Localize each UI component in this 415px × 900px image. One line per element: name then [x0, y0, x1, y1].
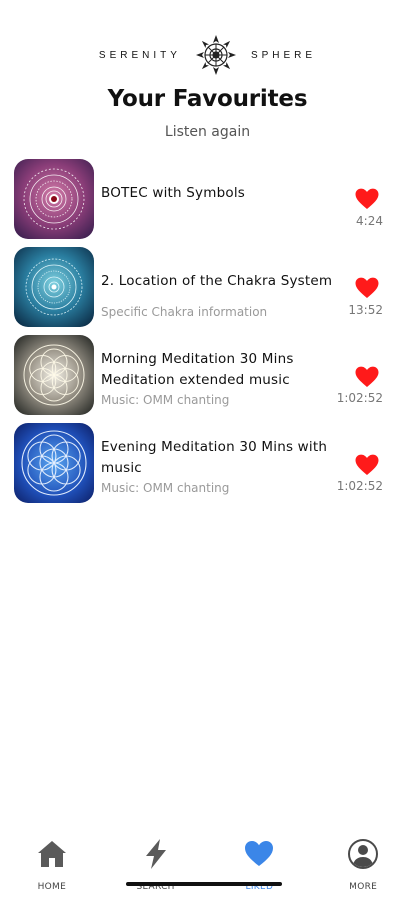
home-indicator: [126, 882, 282, 886]
favourite-duration: 1:02:52: [336, 391, 383, 405]
bottom-nav: HOME SEARCH LIKED MORE: [0, 838, 415, 900]
favourite-title: Morning Meditation 30 Mins Meditation ex…: [101, 351, 294, 388]
nav-item-home[interactable]: HOME: [7, 838, 97, 892]
nav-item-more[interactable]: MORE: [318, 838, 408, 892]
heart-icon[interactable]: [355, 277, 379, 299]
mandala-logo-icon: [195, 35, 236, 75]
lightning-icon: [145, 839, 166, 869]
nav-label-more: MORE: [349, 882, 378, 892]
app-screen: SERENITY SPHERE Your Favourites Listen a…: [0, 0, 415, 900]
blue-flower-of-life-thumbnail: [14, 423, 94, 503]
favourite-subtitle: Music: OMM chanting: [101, 393, 230, 407]
profile-icon: [348, 839, 379, 869]
favourite-subtitle: Specific Chakra information: [101, 305, 268, 319]
favourite-duration: 4:24: [356, 214, 383, 228]
flower-of-life-thumbnail: [14, 335, 94, 415]
page-title: Your Favourites: [107, 86, 308, 112]
favourite-title: BOTEC with Symbols: [101, 185, 245, 201]
home-icon: [37, 841, 66, 867]
brand-name-right: SPHERE: [250, 49, 317, 61]
favourite-item-chakra-location[interactable]: 2. Location of the Chakra System Specifi…: [0, 244, 415, 332]
brand-header: SERENITY SPHERE: [0, 34, 415, 76]
favourites-list: BOTEC with Symbols 4:24 2. Location of t…: [0, 156, 415, 508]
heart-icon[interactable]: [355, 454, 379, 476]
pink-mandala-thumbnail: [14, 159, 94, 239]
page-subtitle: Listen again: [164, 124, 251, 140]
favourite-item-botec[interactable]: BOTEC with Symbols 4:24: [0, 156, 415, 244]
brand-name-left: SERENITY: [98, 49, 181, 61]
nav-label-home: HOME: [37, 882, 67, 892]
favourite-item-morning-meditation[interactable]: Morning Meditation 30 Mins Meditation ex…: [0, 332, 415, 420]
teal-mandala-thumbnail: [14, 247, 94, 327]
favourite-duration: 1:02:52: [336, 479, 383, 493]
favourite-duration: 13:52: [348, 303, 383, 317]
favourite-item-evening-meditation[interactable]: Evening Meditation 30 Mins with music Mu…: [0, 420, 415, 508]
favourite-title: Evening Meditation 30 Mins with music: [101, 439, 328, 476]
heart-icon[interactable]: [355, 366, 379, 388]
heart-icon[interactable]: [355, 188, 379, 210]
heart-icon: [245, 841, 274, 866]
favourite-subtitle: Music: OMM chanting: [101, 481, 230, 495]
favourite-title: 2. Location of the Chakra System: [101, 273, 333, 289]
